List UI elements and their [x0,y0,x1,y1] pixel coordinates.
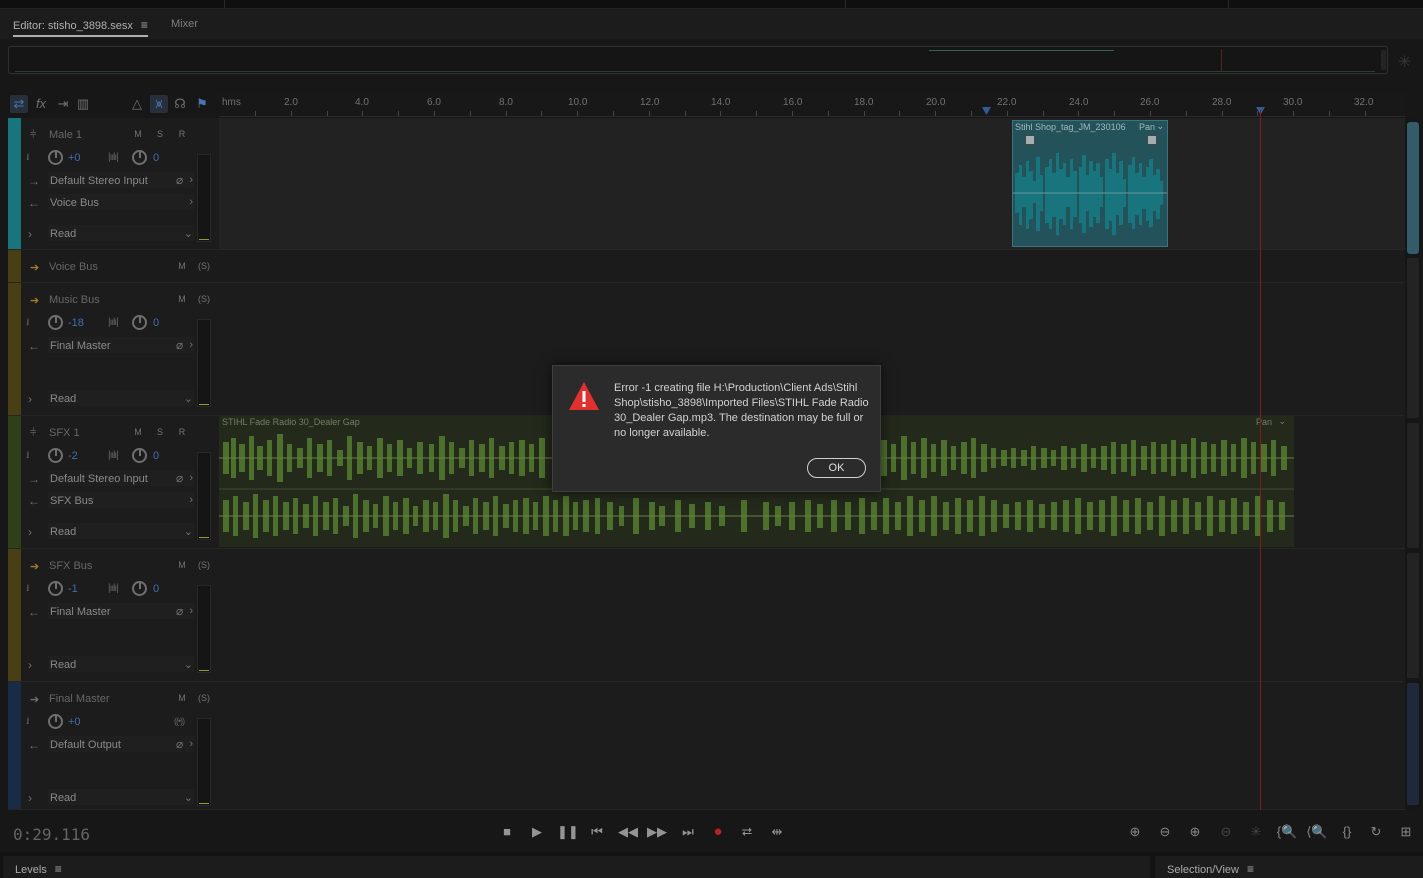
ok-button[interactable]: OK [807,458,866,478]
error-message: Error -1 creating file H:\Production\Cli… [614,382,869,439]
error-dialog: Error -1 creating file H:\Production\Cli… [552,365,881,492]
warning-icon [569,382,599,410]
